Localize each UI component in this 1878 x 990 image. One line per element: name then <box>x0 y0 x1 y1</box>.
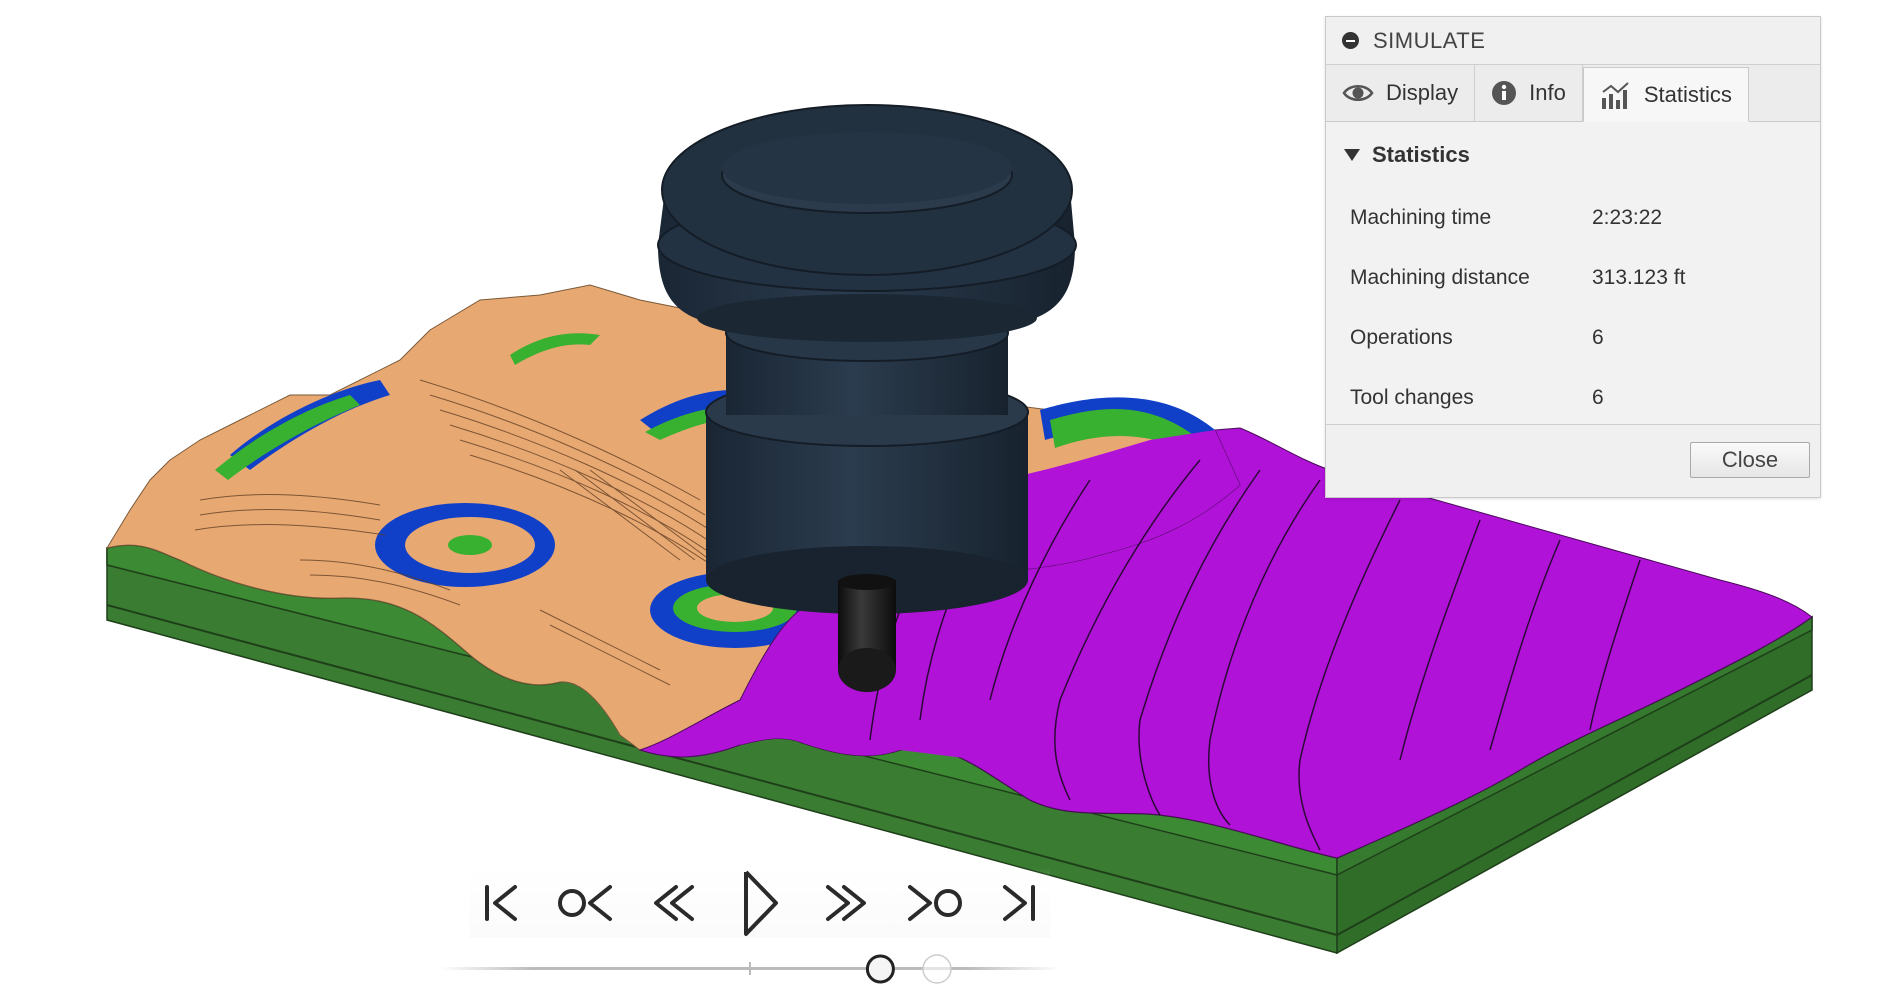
statistics-section-header[interactable]: Statistics <box>1344 142 1800 168</box>
next-operation-button[interactable] <box>902 872 964 934</box>
skip-to-start-icon <box>485 885 517 921</box>
stat-value: 6 <box>1592 386 1604 409</box>
stat-value: 6 <box>1592 326 1604 349</box>
tab-statistics[interactable]: Statistics <box>1582 67 1749 122</box>
fast-forward-button[interactable] <box>815 872 877 934</box>
previous-operation-button[interactable] <box>556 872 618 934</box>
skip-to-end-icon <box>1002 885 1035 921</box>
panel-title: SIMULATE <box>1373 27 1486 53</box>
eye-icon <box>1342 82 1374 104</box>
tab-statistics-label: Statistics <box>1643 81 1732 107</box>
stat-label: Machining time <box>1350 206 1492 229</box>
statistics-chart-icon <box>1600 80 1632 110</box>
rewind-icon <box>653 885 694 921</box>
stat-label: Operations <box>1350 326 1453 349</box>
stat-value: 2:23:22 <box>1592 206 1663 229</box>
stat-row-machining-time: Machining time 2:23:22 <box>1344 188 1800 248</box>
stat-row-machining-distance: Machining distance 313.123 ft <box>1344 248 1800 308</box>
fast-forward-icon <box>826 885 867 921</box>
stat-row-tool-changes: Tool changes 6 <box>1344 368 1800 428</box>
tab-display[interactable]: Display <box>1326 65 1476 121</box>
next-operation-icon <box>907 885 962 921</box>
collapse-icon[interactable] <box>1342 32 1359 49</box>
go-to-start-button[interactable] <box>470 872 532 934</box>
tab-bar: Display Info Statistics <box>1326 65 1820 122</box>
timeline-thumb[interactable] <box>865 954 895 984</box>
stat-row-operations: Operations 6 <box>1344 308 1800 368</box>
stat-value: 313.123 ft <box>1592 266 1686 289</box>
stat-label: Tool changes <box>1350 386 1474 409</box>
rewind-button[interactable] <box>643 872 705 934</box>
statistics-section: Statistics Machining time 2:23:22 Machin… <box>1326 122 1820 428</box>
panel-footer: Close <box>1326 424 1820 497</box>
play-icon <box>743 870 778 936</box>
playback-controls <box>470 868 1050 938</box>
close-button[interactable]: Close <box>1690 442 1810 478</box>
info-icon <box>1491 80 1517 106</box>
go-to-end-button[interactable] <box>988 872 1050 934</box>
tab-info-label: Info <box>1529 80 1566 105</box>
expand-triangle-icon <box>1344 149 1360 161</box>
tab-display-label: Display <box>1386 80 1459 105</box>
timeline-slider[interactable] <box>440 950 1060 990</box>
previous-operation-icon <box>558 885 613 921</box>
panel-header: SIMULATE <box>1326 17 1820 65</box>
statistics-section-title: Statistics <box>1372 142 1470 167</box>
timeline-end-marker[interactable] <box>922 954 952 984</box>
play-button[interactable] <box>729 870 791 936</box>
tab-info[interactable]: Info <box>1475 65 1583 121</box>
simulate-panel: SIMULATE Display Info Statistics Statist… <box>1325 16 1821 498</box>
stat-label: Machining distance <box>1350 266 1530 289</box>
